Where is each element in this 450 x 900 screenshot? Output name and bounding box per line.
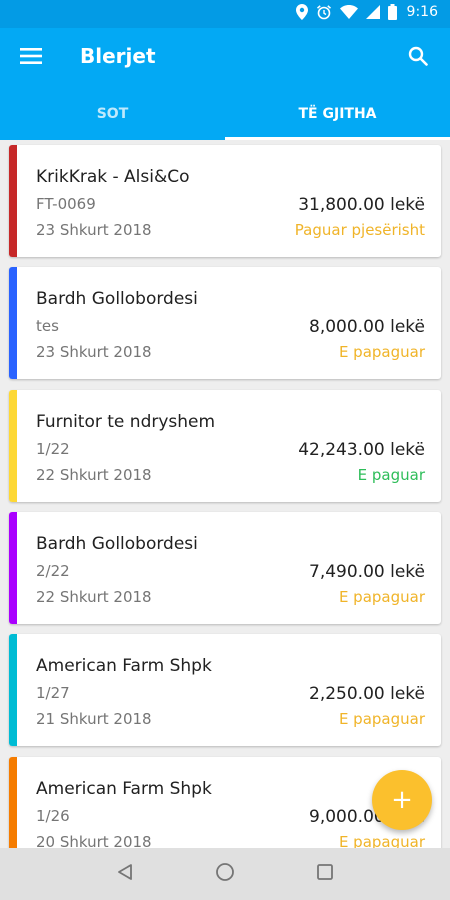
supplier-name: American Farm Shpk: [36, 656, 212, 676]
menu-button[interactable]: [16, 44, 46, 72]
purchase-date: 22 Shkurt 2018: [36, 466, 152, 484]
purchase-card[interactable]: KrikKrak - Alsi&Co FT-0069 23 Shkurt 201…: [9, 145, 441, 257]
invoice-number: 1/27: [36, 684, 70, 702]
home-button[interactable]: [210, 859, 240, 889]
invoice-number: FT-0069: [36, 195, 96, 213]
supplier-name: Bardh Gollobordesi: [36, 289, 198, 309]
payment-status: E papaguar: [338, 710, 425, 728]
purchase-date: 21 Shkurt 2018: [36, 710, 152, 728]
invoice-number: 1/22: [36, 440, 70, 458]
wifi-icon: [339, 5, 358, 19]
alarm-icon: [316, 4, 332, 20]
purchase-date: 20 Shkurt 2018: [36, 833, 152, 848]
payment-status: E paguar: [357, 466, 425, 484]
search-icon: [408, 46, 428, 70]
recents-button[interactable]: [310, 859, 340, 889]
purchase-card[interactable]: American Farm Shpk 1/27 21 Shkurt 2018 2…: [9, 634, 441, 746]
invoice-number: 1/26: [36, 807, 70, 825]
card-accent: [9, 634, 17, 746]
purchase-list: KrikKrak - Alsi&Co FT-0069 23 Shkurt 201…: [0, 140, 450, 848]
search-button[interactable]: [404, 44, 432, 72]
invoice-number: tes: [36, 317, 59, 335]
location-icon: [295, 4, 308, 20]
tab-all[interactable]: TË GJITHA: [225, 88, 450, 140]
tab-bar: SOT TË GJITHA: [0, 88, 450, 140]
purchase-amount: 8,000.00 lekë: [309, 317, 425, 337]
home-icon: [215, 862, 235, 886]
system-nav-bar: [0, 848, 450, 900]
card-accent: [9, 267, 17, 379]
payment-status: E papaguar: [338, 343, 425, 361]
purchase-date: 22 Shkurt 2018: [36, 588, 152, 606]
back-button[interactable]: [110, 859, 140, 889]
battery-icon: [387, 4, 397, 20]
page-title: Blerjet: [80, 44, 156, 68]
add-purchase-button[interactable]: +: [372, 770, 432, 830]
supplier-name: Furnitor te ndryshem: [36, 412, 216, 432]
purchase-card[interactable]: Furnitor te ndryshem 1/22 22 Shkurt 2018…: [9, 390, 441, 502]
status-time: 9:16: [406, 4, 438, 20]
purchase-card[interactable]: Bardh Gollobordesi 2/22 22 Shkurt 2018 7…: [9, 512, 441, 624]
supplier-name: KrikKrak - Alsi&Co: [36, 167, 190, 187]
status-icons: 9:16: [295, 4, 438, 20]
card-accent: [9, 512, 17, 624]
supplier-name: Bardh Gollobordesi: [36, 534, 198, 554]
payment-status: E papaguar: [338, 833, 425, 848]
purchase-date: 23 Shkurt 2018: [36, 343, 152, 361]
purchase-date: 23 Shkurt 2018: [36, 221, 152, 239]
invoice-number: 2/22: [36, 562, 70, 580]
purchase-amount: 42,243.00 lekë: [298, 440, 425, 460]
recents-icon: [316, 863, 334, 885]
cell-signal-icon: [365, 5, 380, 19]
payment-status: Paguar pjesërisht: [294, 221, 425, 239]
status-bar: 9:16: [0, 0, 450, 28]
purchase-card[interactable]: Bardh Gollobordesi tes 23 Shkurt 2018 8,…: [9, 267, 441, 379]
back-icon: [116, 863, 134, 885]
card-accent: [9, 757, 17, 848]
card-accent: [9, 390, 17, 502]
tab-today[interactable]: SOT: [0, 88, 225, 140]
card-accent: [9, 145, 17, 257]
purchase-amount: 31,800.00 lekë: [298, 195, 425, 215]
purchase-amount: 7,490.00 lekë: [309, 562, 425, 582]
app-bar: Blerjet: [0, 28, 450, 88]
supplier-name: American Farm Shpk: [36, 779, 212, 799]
payment-status: E papaguar: [338, 588, 425, 606]
plus-icon: +: [391, 785, 413, 815]
purchase-amount: 2,250.00 lekë: [309, 684, 425, 704]
menu-icon: [20, 48, 42, 68]
